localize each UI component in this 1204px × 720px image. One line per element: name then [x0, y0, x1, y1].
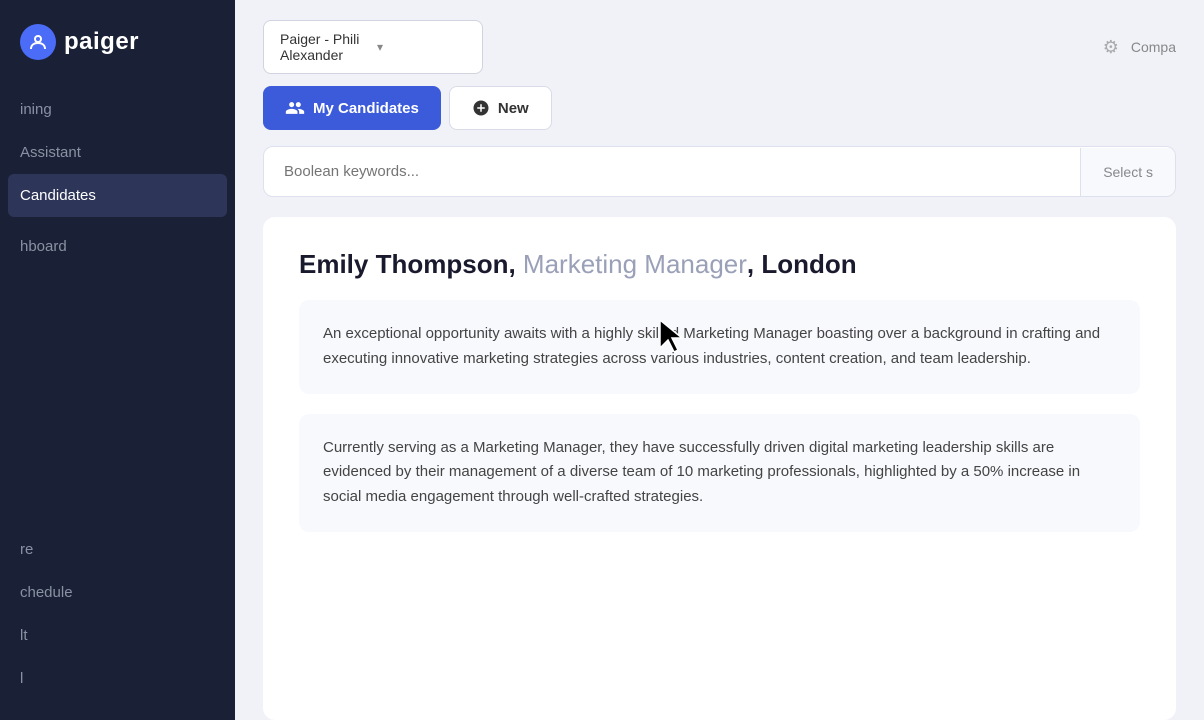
topbar-right: ⚙ Compa [1103, 37, 1176, 58]
topbar: Paiger - Phili Alexander ▾ ⚙ Compa [235, 0, 1204, 86]
candidate-description-1: An exceptional opportunity awaits with a… [299, 300, 1140, 394]
sidebar-bottom: re chedule lt l [0, 528, 235, 720]
sidebar-item-candidates[interactable]: Candidates [8, 174, 227, 217]
company-label: Compa [1131, 39, 1176, 55]
comma-separator: , [508, 249, 522, 279]
add-circle-icon [472, 99, 490, 117]
sidebar-item-dashboard[interactable]: hboard [0, 225, 235, 268]
sidebar-item-hire[interactable]: re [0, 528, 235, 571]
candidate-description-2: Currently serving as a Marketing Manager… [299, 414, 1140, 532]
sidebar-item-assistant[interactable]: Assistant [0, 131, 235, 174]
workspace-selector[interactable]: Paiger - Phili Alexander ▾ [263, 20, 483, 74]
schedule-label: chedule [20, 584, 73, 601]
hire-label: re [20, 541, 33, 558]
candidate-title: Emily Thompson, Marketing Manager, Londo… [299, 249, 1140, 280]
sidebar-navigation: ining Assistant Candidates hboard re che… [0, 88, 235, 720]
ult-label: lt [20, 627, 28, 644]
l-label: l [20, 670, 23, 687]
sidebar: paiger ining Assistant Candidates hboard… [0, 0, 235, 720]
search-input[interactable] [264, 147, 1080, 196]
sidebar-item-ult[interactable]: lt [0, 614, 235, 657]
description-text-2: Currently serving as a Marketing Manager… [323, 436, 1116, 510]
sidebar-item-l[interactable]: l [0, 657, 235, 700]
tab-my-candidates[interactable]: My Candidates [263, 86, 441, 130]
main-content: Paiger - Phili Alexander ▾ ⚙ Compa My Ca… [235, 0, 1204, 720]
dashboard-label: hboard [20, 238, 67, 255]
tab-my-candidates-label: My Candidates [313, 100, 419, 117]
sidebar-item-schedule[interactable]: chedule [0, 571, 235, 614]
select-label: Select s [1103, 164, 1153, 180]
candidate-location: London [761, 249, 856, 279]
candidate-name: Emily Thompson [299, 249, 508, 279]
training-label: ining [20, 101, 52, 118]
logo-icon [20, 24, 56, 60]
candidate-job-title: Marketing Manager [523, 249, 747, 279]
logo-text: paiger [64, 28, 139, 56]
candidates-label: Candidates [20, 187, 96, 204]
group-icon [285, 98, 305, 118]
content-area: Emily Thompson, Marketing Manager, Londo… [263, 217, 1176, 720]
workspace-label: Paiger - Phili Alexander [280, 31, 369, 63]
comma-2: , [747, 249, 761, 279]
chevron-down-icon: ▾ [377, 40, 466, 54]
tab-new-label: New [498, 100, 529, 117]
assistant-label: Assistant [20, 144, 81, 161]
gear-icon[interactable]: ⚙ [1103, 37, 1119, 58]
search-container: Select s [263, 146, 1176, 197]
description-text-1: An exceptional opportunity awaits with a… [323, 322, 1116, 372]
logo-container: paiger [0, 0, 235, 88]
tabbar: My Candidates New [235, 86, 1204, 146]
tab-new[interactable]: New [449, 86, 552, 130]
select-button[interactable]: Select s [1080, 148, 1175, 196]
sidebar-item-training[interactable]: ining [0, 88, 235, 131]
